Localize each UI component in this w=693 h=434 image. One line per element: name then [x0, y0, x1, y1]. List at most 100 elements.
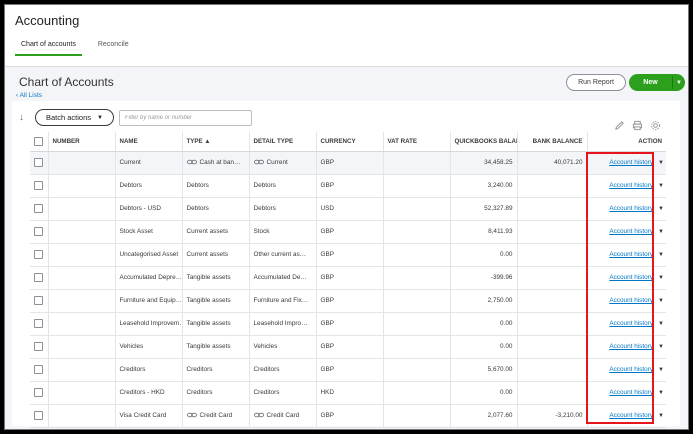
account-history-link[interactable]: Account history — [609, 297, 653, 304]
row-checkbox[interactable] — [34, 296, 43, 305]
account-history-link[interactable]: Account history — [609, 228, 653, 235]
run-report-button[interactable]: Run Report — [566, 74, 626, 91]
tab-bar: Chart of accounts Reconcile — [15, 41, 129, 56]
cell-type-label: Current assets — [186, 228, 229, 235]
chevron-down-icon[interactable]: ▼ — [658, 229, 664, 235]
column-header-currency[interactable]: CURRENCY — [316, 132, 384, 152]
cell-bank-balance: 40,071.20 — [517, 151, 588, 175]
chevron-down-icon[interactable]: ▼ — [658, 275, 664, 281]
bank-link-icon — [186, 159, 197, 165]
page-title: Chart of Accounts — [19, 75, 114, 89]
column-header-qb-balance[interactable]: QUICKBOOKS BALAI — [450, 132, 518, 152]
cell-type: Tangible assets — [182, 289, 250, 313]
account-history-link[interactable]: Account history — [609, 159, 653, 166]
account-history-link[interactable]: Account history — [609, 205, 653, 212]
column-header-action: ACTION — [587, 132, 666, 152]
cell-name: Current — [115, 151, 183, 175]
cell-qb-balance: 8,411.93 — [450, 220, 518, 244]
row-checkbox[interactable] — [34, 411, 43, 420]
row-checkbox[interactable] — [34, 319, 43, 328]
row-select-cell — [30, 266, 49, 290]
row-select-cell — [30, 220, 49, 244]
row-checkbox[interactable] — [34, 388, 43, 397]
cell-vat-rate — [383, 151, 451, 175]
cell-currency: GBP — [316, 335, 384, 359]
account-history-link[interactable]: Account history — [609, 320, 653, 327]
column-header-bank-balance[interactable]: BANK BALANCE — [517, 132, 588, 152]
chevron-down-icon[interactable]: ▼ — [658, 390, 664, 396]
chevron-down-icon[interactable]: ▼ — [673, 80, 685, 86]
account-history-link[interactable]: Account history — [609, 182, 653, 189]
pencil-icon[interactable] — [614, 118, 625, 130]
all-lists-label: All Lists — [19, 92, 43, 99]
cell-action: Account history ▼ — [587, 289, 666, 313]
cell-number — [48, 174, 116, 198]
print-icon[interactable] — [632, 118, 643, 131]
cell-detail-type: Leasehold Impro… — [249, 312, 317, 336]
cell-type: Credit Card — [182, 404, 250, 428]
filter-input[interactable] — [118, 109, 252, 126]
chevron-down-icon[interactable]: ▼ — [658, 413, 664, 419]
chevron-down-icon[interactable]: ▼ — [658, 183, 664, 189]
chevron-down-icon[interactable]: ▼ — [658, 298, 664, 304]
cell-name: Uncategorised Asset — [115, 243, 183, 267]
row-checkbox[interactable] — [34, 227, 43, 236]
account-history-link[interactable]: Account history — [609, 389, 653, 396]
chevron-down-icon[interactable]: ▼ — [658, 160, 664, 166]
gear-icon[interactable] — [650, 118, 661, 130]
row-checkbox[interactable] — [34, 250, 43, 259]
cell-type-label: Credit Card — [199, 412, 233, 419]
cell-detail-type: Accumulated De… — [249, 266, 317, 290]
row-checkbox[interactable] — [34, 365, 43, 374]
cell-detail-type: Debtors — [249, 197, 317, 221]
cell-bank-balance — [517, 266, 588, 290]
cell-type: Creditors — [182, 381, 250, 405]
cell-type-label: Debtors — [186, 205, 209, 212]
column-header-name[interactable]: NAME — [115, 132, 183, 152]
account-history-link[interactable]: Account history — [609, 412, 653, 419]
account-history-link[interactable]: Account history — [609, 366, 653, 373]
cell-name: Creditors — [115, 358, 183, 382]
chevron-down-icon[interactable]: ▼ — [658, 321, 664, 327]
cell-vat-rate — [383, 404, 451, 428]
account-history-link[interactable]: Account history — [609, 343, 653, 350]
tab-chart-of-accounts[interactable]: Chart of accounts — [15, 41, 82, 56]
column-header-number[interactable]: NUMBER — [48, 132, 116, 152]
column-header-type[interactable]: TYPE ▲ — [182, 132, 250, 152]
row-checkbox[interactable] — [34, 204, 43, 213]
cell-detail-type: Stock — [249, 220, 317, 244]
cell-bank-balance — [517, 335, 588, 359]
chevron-down-icon[interactable]: ▼ — [658, 206, 664, 212]
cell-name: Furniture and Equip… — [115, 289, 183, 313]
batch-actions-button[interactable]: Batch actions ▼ — [35, 109, 114, 126]
tab-reconcile[interactable]: Reconcile — [98, 41, 129, 56]
cell-type: Tangible assets — [182, 266, 250, 290]
cell-detail-type: Vehicles — [249, 335, 317, 359]
select-all-cell — [30, 132, 49, 152]
new-button[interactable]: New ▼ — [629, 74, 685, 91]
cell-vat-rate — [383, 174, 451, 198]
cell-action: Account history ▼ — [587, 197, 666, 221]
cell-vat-rate — [383, 197, 451, 221]
chevron-down-icon[interactable]: ▼ — [658, 344, 664, 350]
sort-icon[interactable]: ↓ — [19, 112, 24, 123]
row-checkbox[interactable] — [34, 181, 43, 190]
row-checkbox[interactable] — [34, 273, 43, 282]
cell-number — [48, 335, 116, 359]
cell-detail-label: Creditors — [253, 389, 280, 396]
column-header-detail-type[interactable]: DETAIL TYPE — [249, 132, 317, 152]
chevron-down-icon[interactable]: ▼ — [658, 252, 664, 258]
account-history-link[interactable]: Account history — [609, 251, 653, 258]
column-header-vat-rate[interactable]: VAT RATE — [383, 132, 451, 152]
chevron-down-icon[interactable]: ▼ — [658, 367, 664, 373]
row-checkbox[interactable] — [34, 342, 43, 351]
cell-action: Account history ▼ — [587, 335, 666, 359]
account-history-link[interactable]: Account history — [609, 274, 653, 281]
cell-vat-rate — [383, 335, 451, 359]
select-all-checkbox[interactable] — [34, 136, 43, 146]
new-button-label: New — [643, 79, 658, 86]
table-row: Accumulated Depre… Tangible assets Accumul… — [30, 266, 666, 290]
row-checkbox[interactable] — [34, 158, 43, 167]
cell-bank-balance — [517, 289, 588, 313]
all-lists-link[interactable]: ‹ All Lists — [16, 92, 42, 99]
